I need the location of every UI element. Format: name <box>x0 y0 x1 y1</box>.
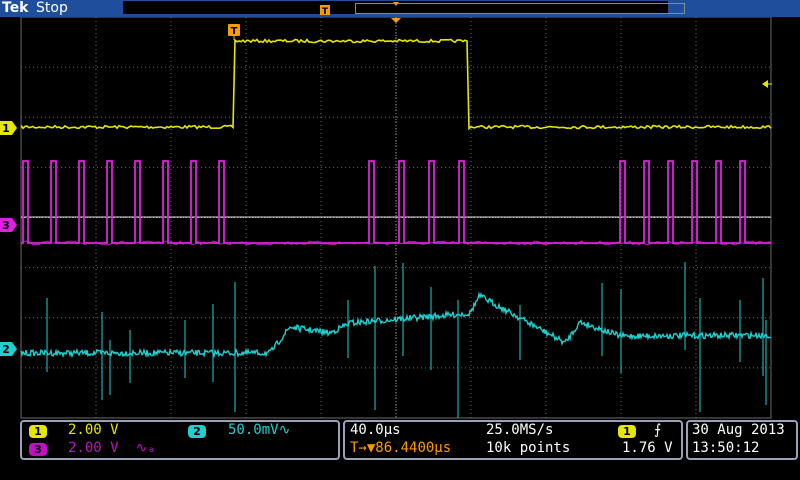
ch3-badge[interactable]: 3 <box>29 443 47 456</box>
time-readout: 13:50:12 <box>692 440 760 456</box>
ac-coupling-icon: ∿ <box>278 422 291 438</box>
ch3-ground-marker-label: 3 <box>2 219 10 232</box>
status-bar: Tek Stop T <box>0 0 800 17</box>
ch2-scale: 50.0mV∿ <box>228 422 291 438</box>
rising-edge-icon: ⨍ <box>654 422 662 438</box>
waveform-display[interactable]: T 1 3 2 <box>0 17 800 420</box>
timebase-readout: 40.0µs <box>350 422 401 438</box>
trigger-offset-readout: T→▼86.4400µs <box>350 440 452 456</box>
trigger-offset-icon: T→▼ <box>350 440 376 456</box>
graticule <box>20 17 772 419</box>
horizontal-center-arrow-icon <box>391 18 401 23</box>
record-trigger-label: T <box>322 7 329 17</box>
record-trigger-arrow-icon <box>393 2 399 6</box>
ch1-ground-marker-label: 1 <box>2 122 10 135</box>
sample-rate-readout: 25.0MS/s <box>486 422 554 438</box>
trigger-level-readout: 1.76 V <box>622 440 673 456</box>
ch1-scale: 2.00 V <box>68 422 119 438</box>
ch2-ground-marker-label: 2 <box>2 343 10 356</box>
trigger-level-arrow-icon <box>762 80 768 88</box>
record-length-readout: 10k points <box>486 440 571 456</box>
trigger-source-badge[interactable]: 1 <box>618 425 636 438</box>
ch3-scale: 2.00 V ∿ₐ <box>68 440 156 456</box>
trigger-position-label: T <box>231 26 238 37</box>
date-readout: 30 Aug 2013 <box>692 422 785 438</box>
bandwidth-limit-icon: ∿ₐ <box>135 440 156 456</box>
ch2-badge[interactable]: 2 <box>188 425 206 438</box>
record-markers: T <box>320 2 399 17</box>
ch1-badge[interactable]: 1 <box>29 425 47 438</box>
